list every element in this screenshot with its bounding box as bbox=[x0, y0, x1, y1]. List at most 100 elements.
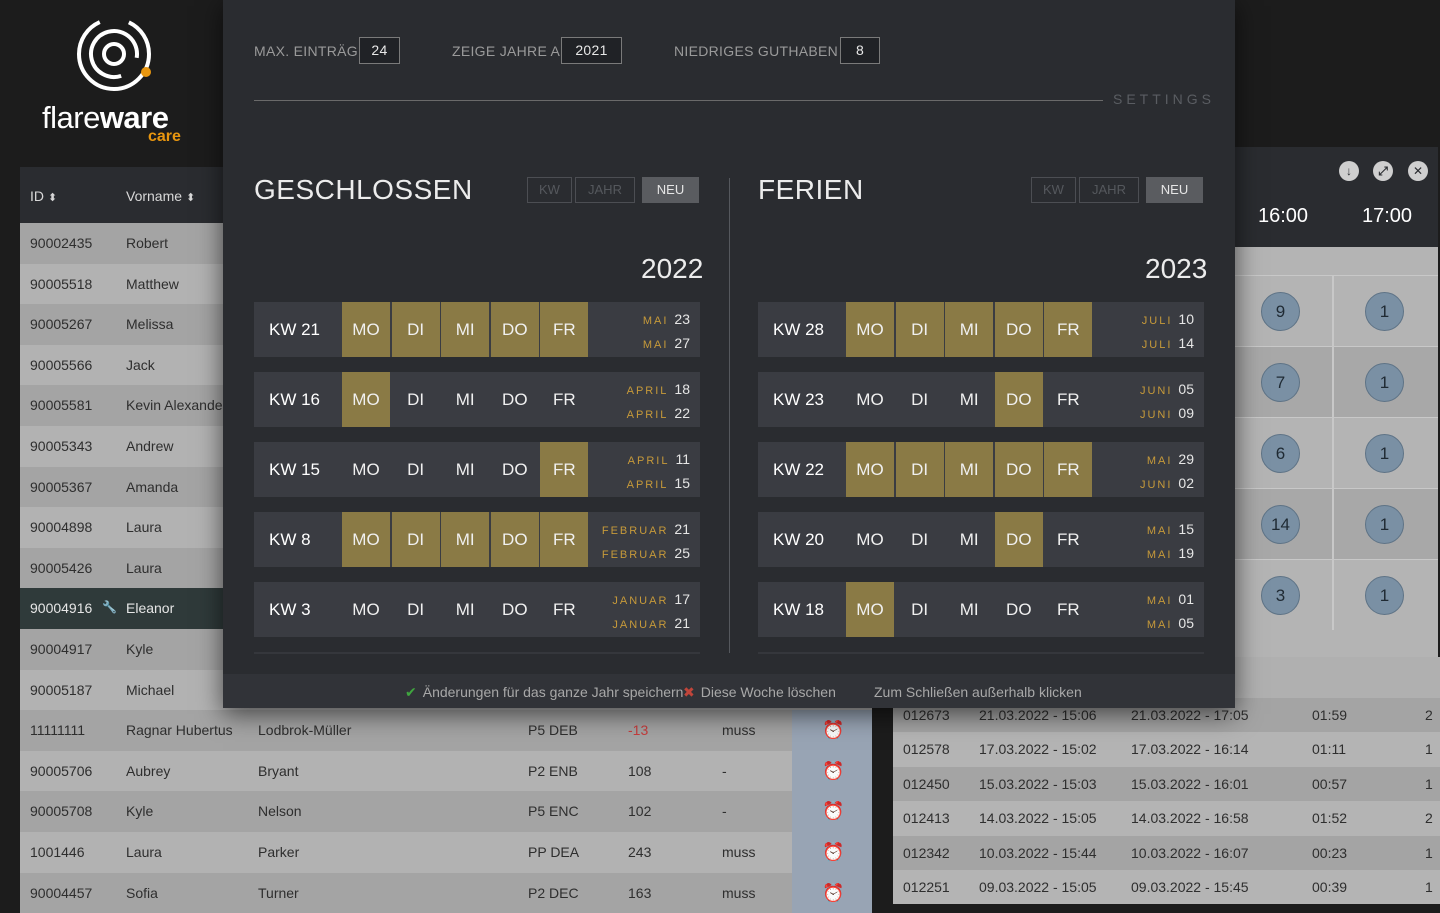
day-toggle-mi[interactable]: MI bbox=[945, 372, 993, 427]
day-toggle-do[interactable]: DO bbox=[491, 302, 539, 357]
week-row[interactable]: KW 16MODIMIDOFRAPRIL18APRIL22 bbox=[254, 372, 700, 427]
log-row[interactable]: 01257817.03.2022 - 15:0217.03.2022 - 16:… bbox=[893, 732, 1440, 766]
day-toggle-fr[interactable]: FR bbox=[1044, 372, 1092, 427]
day-toggle-do[interactable]: DO bbox=[491, 442, 539, 497]
year-from-input[interactable]: 2021 bbox=[561, 37, 622, 64]
day-toggle-di[interactable]: DI bbox=[392, 302, 440, 357]
count-bubble[interactable]: 1 bbox=[1365, 434, 1404, 473]
day-toggle-di[interactable]: DI bbox=[392, 512, 440, 567]
day-toggle-mi[interactable]: MI bbox=[441, 372, 489, 427]
filter-jahr-button[interactable]: JAHR bbox=[575, 177, 635, 203]
day-toggle-mo[interactable]: MO bbox=[342, 442, 390, 497]
day-toggle-do[interactable]: DO bbox=[995, 512, 1043, 567]
week-row[interactable]: KW 18MODIMIDOFRMAI01MAI05 bbox=[758, 582, 1204, 637]
log-row[interactable]: 01245015.03.2022 - 15:0315.03.2022 - 16:… bbox=[893, 767, 1440, 801]
clock-icon[interactable]: ⏰ bbox=[822, 761, 844, 782]
booking-action[interactable]: ⏰ bbox=[792, 751, 872, 792]
count-bubble[interactable]: 1 bbox=[1365, 576, 1404, 615]
table-row[interactable]: 90005708KyleNelsonP5 ENC102-⏰ bbox=[20, 791, 872, 832]
day-toggle-fr[interactable]: FR bbox=[540, 582, 588, 637]
day-toggle-do[interactable]: DO bbox=[491, 512, 539, 567]
day-toggle-di[interactable]: DI bbox=[896, 442, 944, 497]
clock-icon[interactable]: ⏰ bbox=[822, 720, 844, 741]
count-bubble[interactable]: 7 bbox=[1261, 363, 1300, 402]
day-toggle-mo[interactable]: MO bbox=[342, 582, 390, 637]
low-balance-input[interactable]: 8 bbox=[840, 37, 880, 64]
week-row[interactable]: KW 21MODIMIDOFRMAI23MAI27 bbox=[254, 302, 700, 357]
week-row[interactable]: KW 23MODIMIDOFRJUNI05JUNI09 bbox=[758, 372, 1204, 427]
day-toggle-mo[interactable]: MO bbox=[846, 512, 894, 567]
header-vorname[interactable]: Vorname ⬍ bbox=[126, 188, 195, 204]
day-toggle-mo[interactable]: MO bbox=[846, 582, 894, 637]
header-id[interactable]: ID ⬍ bbox=[30, 188, 57, 204]
table-row[interactable]: 90004457SofiaTurnerP2 DEC163muss⏰ bbox=[20, 873, 872, 913]
day-toggle-do[interactable]: DO bbox=[995, 582, 1043, 637]
day-toggle-do[interactable]: DO bbox=[995, 442, 1043, 497]
clock-icon[interactable]: ⏰ bbox=[822, 801, 844, 822]
count-bubble[interactable]: 1 bbox=[1365, 363, 1404, 402]
day-toggle-mi[interactable]: MI bbox=[441, 582, 489, 637]
booking-action[interactable]: ⏰ bbox=[792, 873, 872, 913]
filter-jahr-button[interactable]: JAHR bbox=[1079, 177, 1139, 203]
day-toggle-di[interactable]: DI bbox=[896, 582, 944, 637]
day-toggle-do[interactable]: DO bbox=[491, 372, 539, 427]
day-toggle-di[interactable]: DI bbox=[896, 372, 944, 427]
day-toggle-mi[interactable]: MI bbox=[945, 512, 993, 567]
table-row[interactable]: 90005706AubreyBryantP2 ENB108-⏰ bbox=[20, 751, 872, 792]
filter-neu-button[interactable]: NEU bbox=[1146, 177, 1203, 203]
count-bubble[interactable]: 1 bbox=[1365, 292, 1404, 331]
clock-icon[interactable]: ⏰ bbox=[822, 883, 844, 904]
filter-kw-button[interactable]: KW bbox=[1031, 177, 1076, 203]
day-toggle-mi[interactable]: MI bbox=[945, 302, 993, 357]
count-bubble[interactable]: 9 bbox=[1261, 292, 1300, 331]
week-row[interactable]: KW 8MODIMIDOFRFEBRUAR21FEBRUAR25 bbox=[254, 512, 700, 567]
day-toggle-di[interactable]: DI bbox=[392, 582, 440, 637]
week-row[interactable]: KW 3MODIMIDOFRJANUAR17JANUAR21 bbox=[254, 582, 700, 637]
max-entries-input[interactable]: 24 bbox=[359, 37, 400, 64]
day-toggle-mi[interactable]: MI bbox=[441, 442, 489, 497]
clock-icon[interactable]: ⏰ bbox=[822, 842, 844, 863]
day-toggle-fr[interactable]: FR bbox=[540, 442, 588, 497]
day-toggle-mo[interactable]: MO bbox=[342, 372, 390, 427]
day-toggle-mi[interactable]: MI bbox=[441, 302, 489, 357]
day-toggle-di[interactable]: DI bbox=[896, 302, 944, 357]
week-row[interactable]: KW 20MODIMIDOFRMAI15MAI19 bbox=[758, 512, 1204, 567]
log-row[interactable]: 01234210.03.2022 - 15:4410.03.2022 - 16:… bbox=[893, 836, 1440, 870]
day-toggle-di[interactable]: DI bbox=[896, 512, 944, 567]
delete-week-button[interactable]: ✖Diese Woche löschen bbox=[683, 684, 836, 701]
log-row[interactable]: 01225109.03.2022 - 15:0509.03.2022 - 15:… bbox=[893, 870, 1440, 904]
booking-action[interactable]: ⏰ bbox=[792, 832, 872, 873]
count-bubble[interactable]: 3 bbox=[1261, 576, 1300, 615]
count-bubble[interactable]: 1 bbox=[1365, 505, 1404, 544]
download-icon[interactable]: ↓ bbox=[1339, 161, 1359, 181]
save-year-button[interactable]: ✔Änderungen für das ganze Jahr speichern bbox=[405, 684, 683, 701]
day-toggle-fr[interactable]: FR bbox=[540, 372, 588, 427]
table-row[interactable]: 1001446LauraParkerPP DEA243muss⏰ bbox=[20, 832, 872, 873]
day-toggle-di[interactable]: DI bbox=[392, 442, 440, 497]
day-toggle-mo[interactable]: MO bbox=[846, 372, 894, 427]
filter-neu-button[interactable]: NEU bbox=[642, 177, 699, 203]
day-toggle-do[interactable]: DO bbox=[995, 372, 1043, 427]
count-bubble[interactable]: 6 bbox=[1261, 434, 1300, 473]
day-toggle-fr[interactable]: FR bbox=[1044, 442, 1092, 497]
week-row[interactable]: KW 15MODIMIDOFRAPRIL11APRIL15 bbox=[254, 442, 700, 497]
day-toggle-di[interactable]: DI bbox=[392, 372, 440, 427]
day-toggle-mi[interactable]: MI bbox=[945, 582, 993, 637]
week-row[interactable]: KW 28MODIMIDOFRJULI10JULI14 bbox=[758, 302, 1204, 357]
day-toggle-fr[interactable]: FR bbox=[1044, 582, 1092, 637]
day-toggle-mo[interactable]: MO bbox=[846, 442, 894, 497]
booking-action[interactable]: ⏰ bbox=[792, 710, 872, 751]
day-toggle-do[interactable]: DO bbox=[995, 302, 1043, 357]
filter-kw-button[interactable]: KW bbox=[527, 177, 572, 203]
day-toggle-mo[interactable]: MO bbox=[342, 512, 390, 567]
close-icon[interactable]: ✕ bbox=[1408, 161, 1428, 181]
table-row[interactable]: 11111111Ragnar HubertusLodbrok-MüllerP5 … bbox=[20, 710, 872, 751]
week-row[interactable]: KW 22MODIMIDOFRMAI29JUNI02 bbox=[758, 442, 1204, 497]
log-row[interactable]: 01241314.03.2022 - 15:0514.03.2022 - 16:… bbox=[893, 801, 1440, 835]
day-toggle-fr[interactable]: FR bbox=[1044, 512, 1092, 567]
day-toggle-fr[interactable]: FR bbox=[540, 302, 588, 357]
day-toggle-mi[interactable]: MI bbox=[441, 512, 489, 567]
day-toggle-fr[interactable]: FR bbox=[540, 512, 588, 567]
count-bubble[interactable]: 14 bbox=[1261, 505, 1300, 544]
day-toggle-fr[interactable]: FR bbox=[1044, 302, 1092, 357]
